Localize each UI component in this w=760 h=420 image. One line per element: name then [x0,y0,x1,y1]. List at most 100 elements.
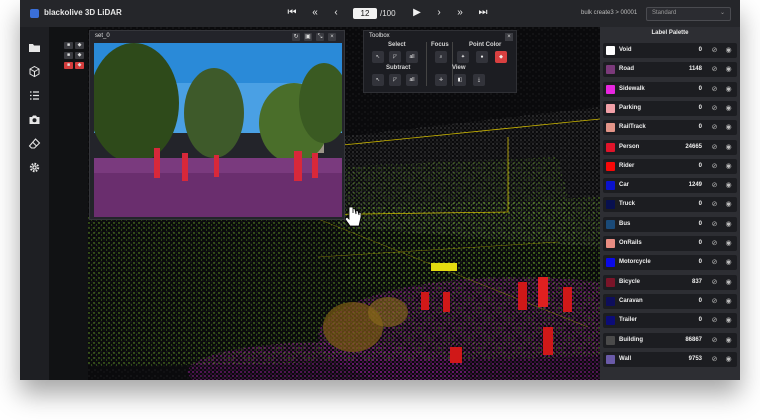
crosshair-icon[interactable]: ✛ [435,74,447,86]
visibility-icon[interactable]: ◉ [724,336,733,345]
search-icon[interactable]: ⌕ [435,51,447,63]
next-frame-button[interactable]: › [431,6,447,20]
prev-fast-button[interactable]: « [307,6,323,20]
hide-icon[interactable]: ⊘ [710,336,719,345]
color-swatch[interactable] [606,277,615,287]
palette-row-onrails[interactable]: OnRails 0 ⊘ ◉ [603,236,737,251]
palette-row-bus[interactable]: Bus 0 ⊘ ◉ [603,216,737,232]
palette-row-void[interactable]: Void 0 ⊘ ◉ [603,43,737,58]
select-cursor-icon[interactable]: ↖ [372,51,384,63]
color-swatch[interactable] [606,200,615,210]
folder-icon[interactable] [28,41,41,54]
color-swatch[interactable] [606,142,615,152]
droplet-icon[interactable]: ● [476,51,488,63]
hide-icon[interactable]: ⊘ [710,46,719,55]
last-frame-button[interactable]: ⏭ [475,6,491,20]
color-swatch[interactable] [606,219,615,229]
palette-row-road[interactable]: Road 1148 ⊘ ◉ [603,62,737,78]
visibility-icon[interactable]: ◉ [724,220,733,229]
palette-row-trailer[interactable]: Trailer 0 ⊘ ◉ [603,313,737,329]
hide-icon[interactable]: ⊘ [710,162,719,171]
color-swatch[interactable] [606,84,615,94]
color-swatch[interactable] [606,65,615,75]
visibility-icon[interactable]: ◉ [724,355,733,364]
visibility-icon[interactable]: ◉ [724,278,733,287]
palette-row-building[interactable]: Building 86867 ⊘ ◉ [603,332,737,348]
camera-toggle-icon[interactable]: ■ [64,52,73,59]
subtract-all-button[interactable]: all [406,74,418,86]
hide-icon[interactable]: ⊘ [710,181,719,190]
hide-icon[interactable]: ⊘ [710,355,719,364]
select-lasso-icon[interactable]: ◸ [389,51,401,63]
target-icon[interactable]: ◆ [75,52,84,59]
expand-icon[interactable]: ⤡ [316,33,324,41]
palette-row-caravan[interactable]: Caravan 0 ⊘ ◉ [603,293,737,309]
hide-icon[interactable]: ⊘ [710,258,719,267]
palette-row-wall[interactable]: Wall 9753 ⊘ ◉ [603,351,737,367]
hide-icon[interactable]: ⊘ [710,278,719,287]
visibility-icon[interactable]: ◉ [724,316,733,325]
palette-row-rider[interactable]: Rider 0 ⊘ ◉ [603,158,737,174]
visibility-icon[interactable]: ◉ [724,239,733,248]
color-swatch[interactable] [606,46,615,55]
palette-row-person[interactable]: Person 24665 ⊘ ◉ [603,139,737,155]
palette-row-motorcycle[interactable]: Motorcycle 0 ⊘ ◉ [603,255,737,271]
palette-row-truck[interactable]: Truck 0 ⊘ ◉ [603,197,737,213]
camera-icon[interactable] [28,113,41,126]
palette-row-railtrack[interactable]: RailTrack 0 ⊘ ◉ [603,120,737,136]
close-icon[interactable]: × [505,33,513,41]
palette-row-parking[interactable]: Parking 0 ⊘ ◉ [603,100,737,116]
hide-icon[interactable]: ⊘ [710,143,719,152]
mode-select[interactable]: Standard ⌄ [646,7,731,21]
visibility-icon[interactable]: ◉ [724,65,733,74]
visibility-icon[interactable]: ◉ [724,181,733,190]
hide-icon[interactable]: ⊘ [710,220,719,229]
camera-panel[interactable]: set_0 ↻ ▣ ⤡ × [89,30,345,220]
palette-icon[interactable]: ✦ [457,51,469,63]
hide-icon[interactable]: ⊘ [710,65,719,74]
color-swatch[interactable] [606,181,615,191]
fit-icon[interactable]: ▣ [304,33,312,41]
visibility-icon[interactable]: ◉ [724,258,733,267]
gear-icon[interactable] [28,161,41,174]
color-swatch[interactable] [606,161,615,171]
hide-icon[interactable]: ⊘ [710,104,719,113]
target-icon[interactable]: ◆ [75,42,84,49]
visibility-icon[interactable]: ◉ [724,104,733,113]
next-fast-button[interactable]: » [452,6,468,20]
close-icon[interactable]: × [328,33,336,41]
cube-icon[interactable] [28,65,41,78]
hide-icon[interactable]: ⊘ [710,200,719,209]
target-icon[interactable]: ◆ [75,62,84,69]
color-swatch[interactable] [606,123,615,133]
hide-icon[interactable]: ⊘ [710,85,719,94]
color-swatch[interactable] [606,296,615,306]
list-icon[interactable] [28,89,41,102]
hide-icon[interactable]: ⊘ [710,297,719,306]
play-button[interactable]: ▶ [409,6,425,20]
visibility-icon[interactable]: ◉ [724,200,733,209]
color-swatch[interactable] [606,316,615,326]
visibility-icon[interactable]: ◉ [724,123,733,132]
color-swatch[interactable] [606,335,615,345]
palette-row-car[interactable]: Car 1249 ⊘ ◉ [603,178,737,194]
camera-toggle-icon[interactable]: ■ [64,62,73,69]
prev-frame-button[interactable]: ‹ [328,6,344,20]
refresh-icon[interactable]: ↻ [292,33,300,41]
color-swatch[interactable] [606,354,615,364]
subtract-lasso-icon[interactable]: ◸ [389,74,401,86]
visibility-icon[interactable]: ◉ [724,162,733,171]
color-swatch[interactable] [606,103,615,113]
palette-row-sidewalk[interactable]: Sidewalk 0 ⊘ ◉ [603,81,737,97]
first-frame-button[interactable]: ⏮ [284,6,300,20]
hide-icon[interactable]: ⊘ [710,239,719,248]
visibility-icon[interactable]: ◉ [724,143,733,152]
view-cube-icon[interactable]: ◧ [454,74,466,86]
visibility-icon[interactable]: ◉ [724,297,733,306]
tag-icon[interactable]: ◆ [495,51,507,63]
select-all-button[interactable]: all [406,51,418,63]
subtract-cursor-icon[interactable]: ↖ [372,74,384,86]
color-swatch[interactable] [606,258,615,268]
visibility-icon[interactable]: ◉ [724,46,733,55]
eraser-icon[interactable] [28,137,41,150]
